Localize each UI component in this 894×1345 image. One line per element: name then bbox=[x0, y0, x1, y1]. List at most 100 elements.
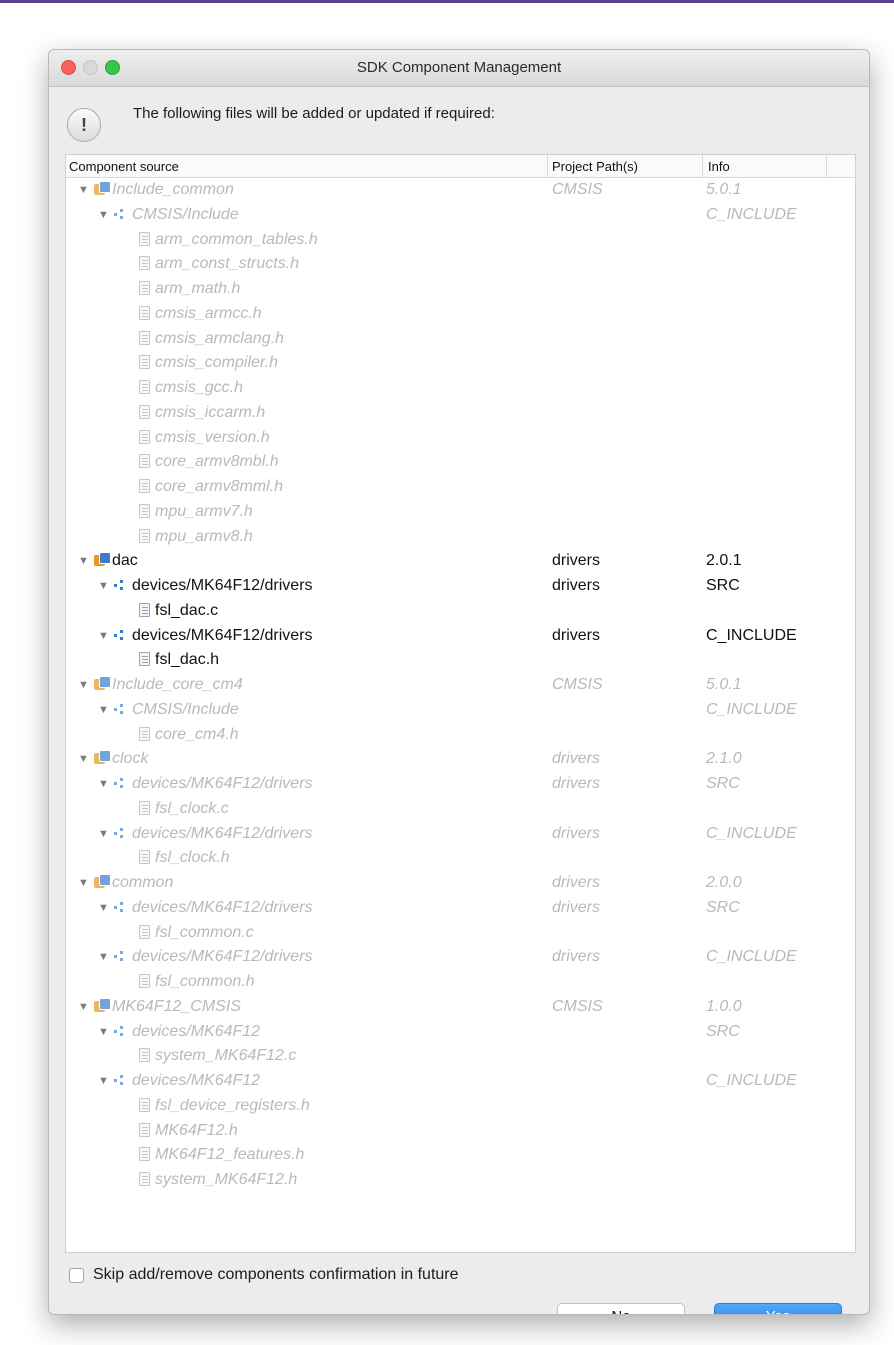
file-icon bbox=[139, 330, 150, 345]
file-icon bbox=[139, 924, 150, 939]
triangle-down-icon[interactable]: ▼ bbox=[78, 1000, 90, 1014]
tree-row-file[interactable]: fsl_clock.h bbox=[66, 846, 855, 871]
component-name: Include_common bbox=[112, 181, 234, 198]
component-name: common bbox=[112, 874, 174, 891]
column-divider[interactable] bbox=[702, 155, 703, 177]
triangle-down-icon[interactable]: ▼ bbox=[98, 629, 110, 643]
project-path-cell: drivers bbox=[552, 898, 601, 916]
tree-row-file[interactable]: fsl_common.c bbox=[66, 921, 855, 946]
tree-row-folder[interactable]: ▼ devices/MK64F12/drivers drivers SRC bbox=[66, 772, 855, 797]
triangle-down-icon[interactable]: ▼ bbox=[78, 752, 90, 766]
tree-row-folder[interactable]: ▼ devices/MK64F12/drivers drivers C_INCLUDE bbox=[66, 945, 855, 970]
file-name: core_armv8mbl.h bbox=[155, 453, 279, 471]
tree-row-file[interactable]: cmsis_armcc.h bbox=[66, 302, 855, 327]
tree-row-file[interactable]: arm_const_structs.h bbox=[66, 252, 855, 277]
file-name: cmsis_gcc.h bbox=[155, 379, 244, 396]
tree-row-folder[interactable]: ▼ CMSIS/Include C_INCLUDE bbox=[66, 203, 855, 228]
tree-row-file[interactable]: fsl_dac.c bbox=[66, 599, 855, 624]
tree-row-component[interactable]: ▼ clock drivers 2.1.0 bbox=[66, 747, 855, 772]
file-name: MK64F12_features.h bbox=[155, 1146, 305, 1164]
tree-row-file[interactable]: fsl_device_registers.h bbox=[66, 1094, 855, 1119]
tree-row-file[interactable]: core_cm4.h bbox=[66, 723, 855, 748]
tree-row-file[interactable]: core_armv8mml.h bbox=[66, 475, 855, 500]
tree-row-folder[interactable]: ▼ devices/MK64F12 C_INCLUDE bbox=[66, 1069, 855, 1094]
folder-icon bbox=[114, 702, 126, 716]
triangle-down-icon[interactable]: ▼ bbox=[78, 554, 90, 568]
tree-row-file[interactable]: fsl_dac.h bbox=[66, 648, 855, 673]
tree-row-file[interactable]: system_MK64F12.c bbox=[66, 1044, 855, 1069]
tree-row-component[interactable]: ▼ common drivers 2.0.0 bbox=[66, 871, 855, 896]
window-title: SDK Component Management bbox=[356, 59, 562, 76]
column-divider[interactable] bbox=[547, 155, 548, 177]
triangle-down-icon[interactable]: ▼ bbox=[98, 777, 110, 791]
file-icon bbox=[139, 1122, 150, 1137]
tree-row-file[interactable]: MK64F12_features.h bbox=[66, 1143, 855, 1168]
tree-row-component[interactable]: ▼ Include_core_cm4 CMSIS 5.0.1 bbox=[66, 673, 855, 698]
project-path-cell: CMSIS bbox=[552, 676, 603, 693]
file-icon bbox=[139, 479, 150, 493]
triangle-down-icon[interactable]: ▼ bbox=[98, 208, 110, 222]
folder-name: devices/MK64F12/drivers bbox=[132, 775, 313, 792]
component-tree-table[interactable]: Component source Project Path(s) Info ▼ I… bbox=[65, 154, 856, 1253]
triangle-down-icon[interactable]: ▼ bbox=[98, 1025, 110, 1039]
tree-row-file[interactable]: mpu_armv7.h bbox=[66, 500, 855, 525]
tree-row-file[interactable]: core_armv8mbl.h bbox=[66, 450, 855, 475]
triangle-down-icon[interactable]: ▼ bbox=[98, 950, 110, 964]
tree-row-folder[interactable]: ▼ devices/MK64F12/drivers drivers SRC bbox=[66, 574, 855, 599]
tree-row-file[interactable]: fsl_common.h bbox=[66, 970, 855, 995]
exclamation-icon: ! bbox=[67, 108, 101, 142]
yes-button[interactable]: Yes bbox=[714, 1303, 842, 1314]
tree-row-folder[interactable]: ▼ devices/MK64F12/drivers drivers C_INCLUDE bbox=[66, 624, 855, 649]
project-path-cell: drivers bbox=[552, 626, 601, 644]
file-name: cmsis_compiler.h bbox=[155, 354, 278, 372]
triangle-down-icon[interactable]: ▼ bbox=[98, 703, 110, 717]
folder-name: devices/MK64F12/drivers bbox=[132, 898, 313, 916]
project-path-cell: drivers bbox=[552, 775, 601, 792]
folder-name: CMSIS/Include bbox=[132, 700, 239, 718]
triangle-down-icon[interactable]: ▼ bbox=[98, 901, 110, 915]
tree-row-folder[interactable]: ▼ devices/MK64F12 SRC bbox=[66, 1020, 855, 1045]
project-path-cell: drivers bbox=[552, 552, 601, 570]
column-divider[interactable] bbox=[826, 155, 827, 177]
tree-row-component[interactable]: ▼ dac drivers 2.0.1 bbox=[66, 549, 855, 574]
column-header-component-source[interactable]: Component source bbox=[69, 159, 179, 174]
folder-icon bbox=[114, 578, 126, 592]
component-name: Include_core_cm4 bbox=[112, 676, 243, 693]
info-cell: C_INCLUDE bbox=[706, 205, 797, 223]
tree-row-file[interactable]: cmsis_gcc.h bbox=[66, 376, 855, 401]
file-icon bbox=[139, 1048, 150, 1063]
triangle-down-icon[interactable]: ▼ bbox=[78, 678, 90, 692]
tree-row-file[interactable]: system_MK64F12.h bbox=[66, 1168, 855, 1193]
tree-row-folder[interactable]: ▼ devices/MK64F12/drivers drivers C_INCLUDE bbox=[66, 822, 855, 847]
tree-row-component[interactable]: ▼ Include_common CMSIS 5.0.1 bbox=[66, 178, 855, 203]
triangle-down-icon[interactable]: ▼ bbox=[98, 827, 110, 841]
tree-row-component[interactable]: ▼ MK64F12_CMSIS CMSIS 1.0.0 bbox=[66, 995, 855, 1020]
column-header-project-paths[interactable]: Project Path(s) bbox=[552, 159, 638, 174]
tree-row-folder[interactable]: ▼ devices/MK64F12/drivers drivers SRC bbox=[66, 896, 855, 921]
tree-row-file[interactable]: mpu_armv8.h bbox=[66, 525, 855, 550]
file-name: system_MK64F12.c bbox=[155, 1047, 297, 1065]
file-name: fsl_common.h bbox=[155, 973, 255, 990]
triangle-down-icon[interactable]: ▼ bbox=[78, 876, 90, 890]
triangle-down-icon[interactable]: ▼ bbox=[98, 1074, 110, 1088]
tree-row-file[interactable]: arm_common_tables.h bbox=[66, 228, 855, 253]
tree-row-file[interactable]: cmsis_compiler.h bbox=[66, 351, 855, 376]
tree-row-file[interactable]: cmsis_iccarm.h bbox=[66, 401, 855, 426]
skip-confirmation-checkbox[interactable] bbox=[69, 1268, 84, 1283]
column-header-info[interactable]: Info bbox=[708, 159, 730, 174]
folder-name: CMSIS/Include bbox=[132, 205, 239, 223]
triangle-down-icon[interactable]: ▼ bbox=[78, 183, 90, 197]
tree-row-file[interactable]: arm_math.h bbox=[66, 277, 855, 302]
info-cell: 5.0.1 bbox=[706, 676, 742, 693]
file-icon bbox=[139, 380, 150, 394]
component-icon bbox=[94, 181, 111, 197]
tree-row-file[interactable]: MK64F12.h bbox=[66, 1119, 855, 1144]
tree-row-file[interactable]: cmsis_version.h bbox=[66, 426, 855, 451]
triangle-down-icon[interactable]: ▼ bbox=[98, 579, 110, 593]
tree-row-file[interactable]: cmsis_armclang.h bbox=[66, 327, 855, 352]
tree-row-file[interactable]: fsl_clock.c bbox=[66, 797, 855, 822]
tree-row-folder[interactable]: ▼ CMSIS/Include C_INCLUDE bbox=[66, 698, 855, 723]
info-cell: SRC bbox=[706, 898, 740, 916]
file-icon bbox=[139, 800, 150, 815]
no-button[interactable]: No bbox=[557, 1303, 685, 1314]
